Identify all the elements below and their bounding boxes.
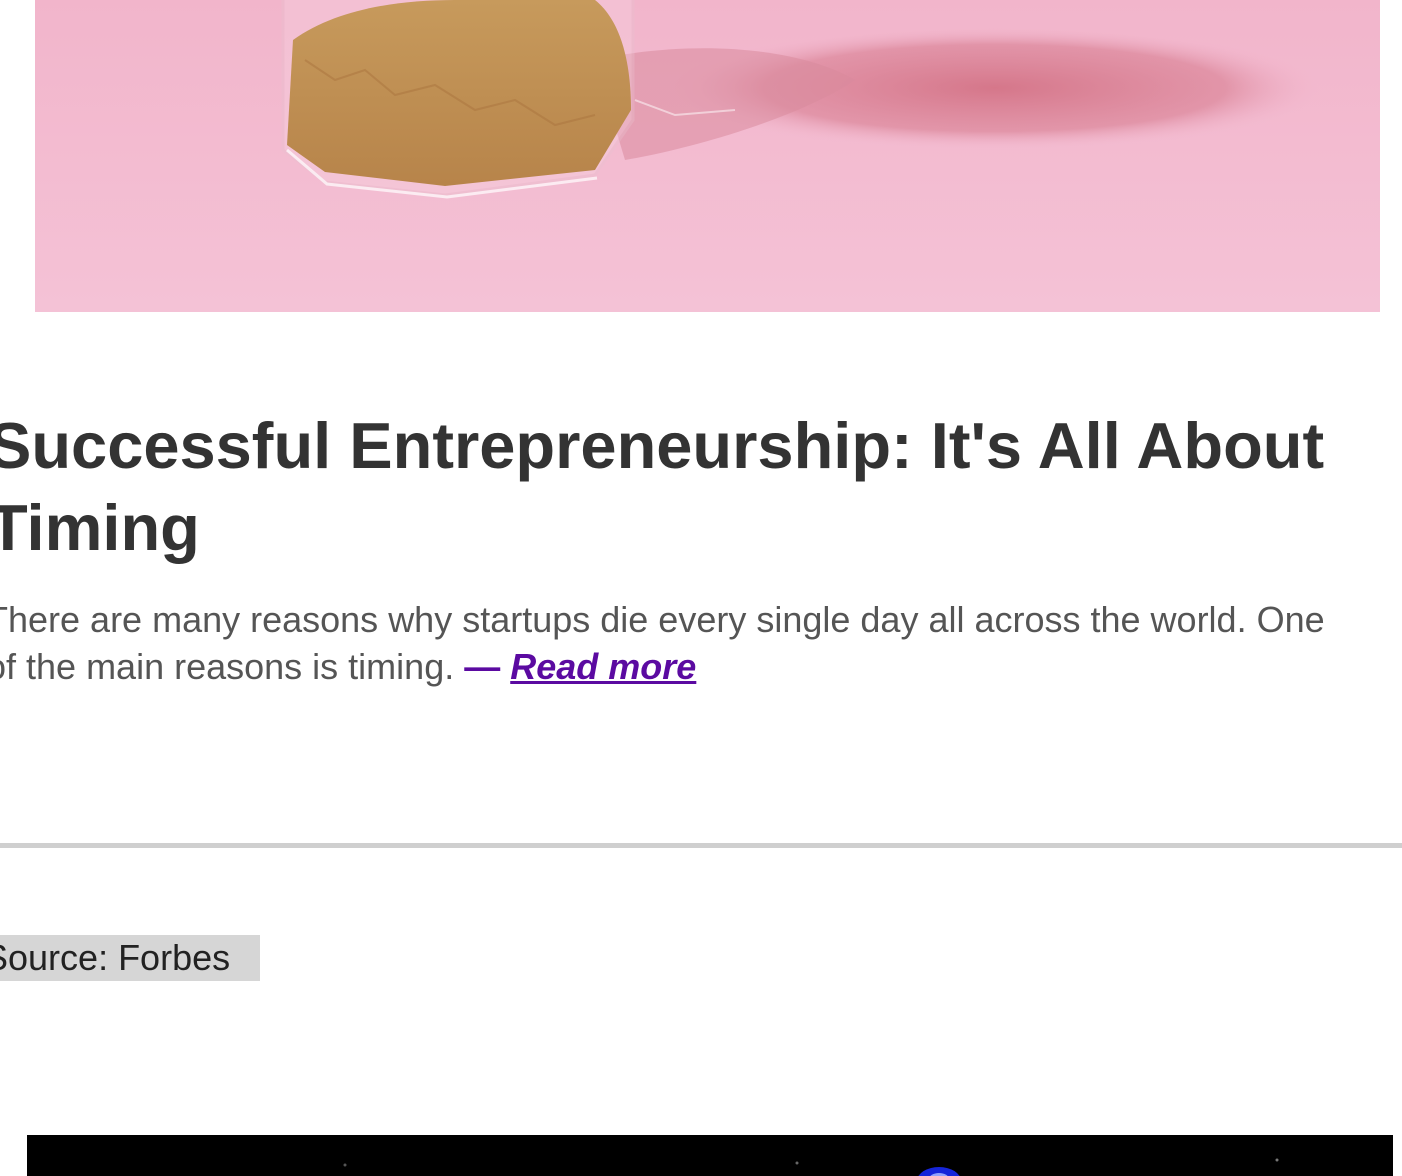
excerpt-line-2: of the main reasons is timing. — Read mo… [0, 643, 1402, 690]
article-page: Successful Entrepreneurship: It's All Ab… [0, 0, 1402, 1176]
source-label: Source: Forbes [0, 937, 231, 978]
article-hero-image[interactable] [35, 0, 1380, 312]
excerpt-line-1: There are many reasons why startups die … [0, 599, 1325, 640]
source-tag: Source: Forbes [0, 935, 261, 981]
read-more-dash: — [464, 646, 501, 687]
next-article-image[interactable] [27, 1135, 1393, 1176]
article-title[interactable]: Successful Entrepreneurship: It's All Ab… [0, 405, 1402, 569]
article-excerpt: There are many reasons why startups die … [0, 596, 1402, 690]
read-more-link[interactable]: Read more [510, 646, 696, 687]
article-divider [0, 843, 1402, 848]
excerpt-line-2-text: of the main reasons is timing. [0, 646, 465, 687]
